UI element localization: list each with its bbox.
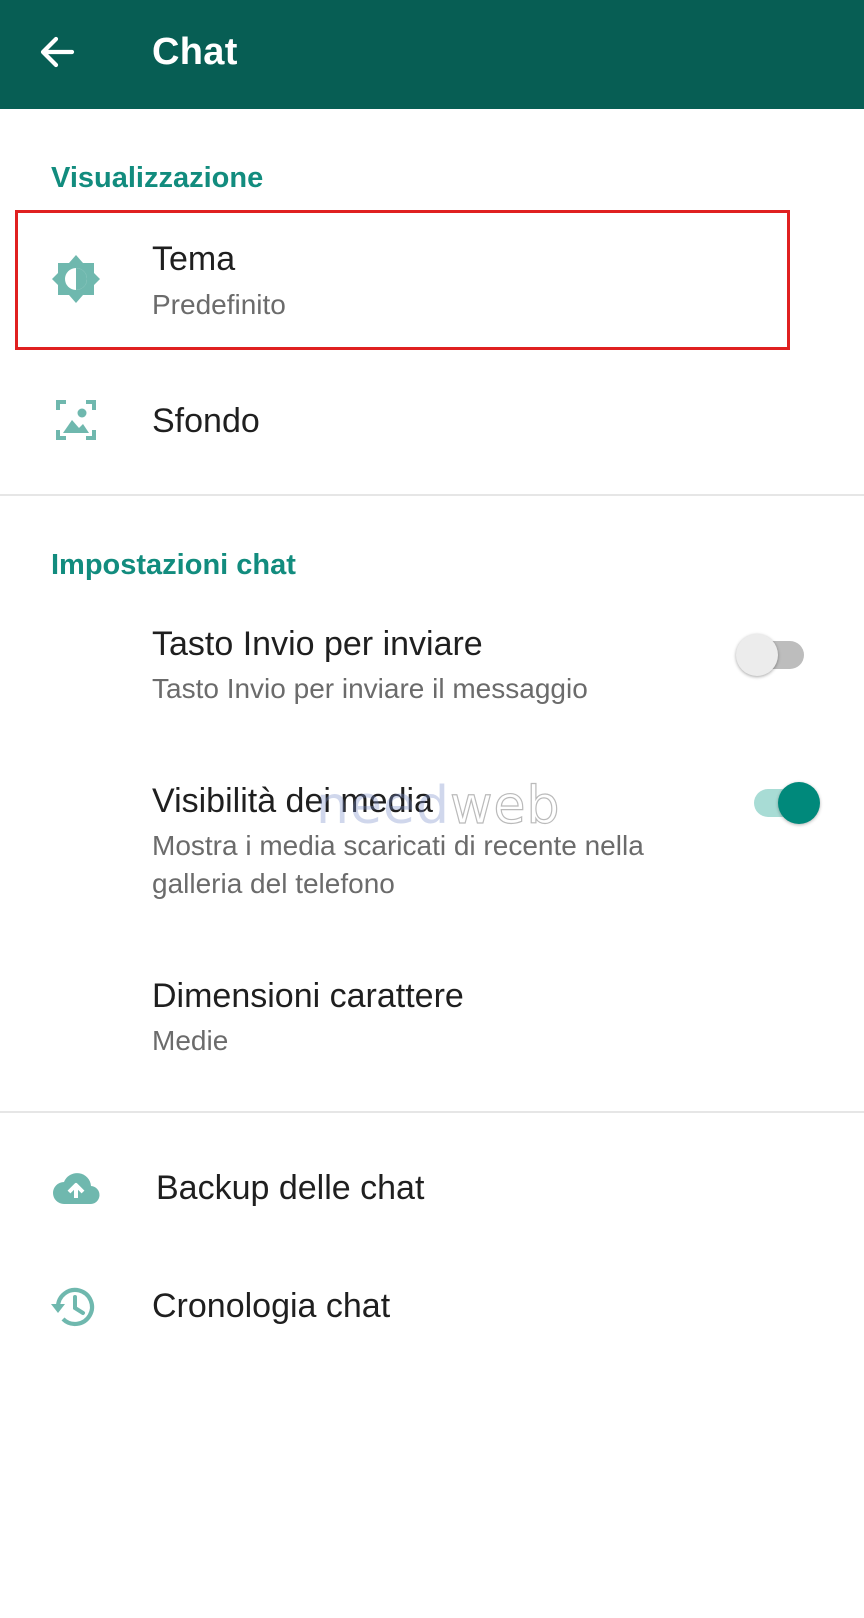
toggle-thumb bbox=[736, 634, 778, 676]
settings-row-media-visibility[interactable]: Visibilità dei media Mostra i media scar… bbox=[0, 765, 864, 915]
toggle-thumb bbox=[778, 782, 820, 824]
media-visibility-subtitle-1: Mostra i media scaricati di recente nell… bbox=[152, 830, 644, 861]
history-icon bbox=[50, 1284, 98, 1330]
app-bar: Chat bbox=[0, 0, 864, 109]
settings-row-history[interactable]: Cronologia chat bbox=[0, 1268, 864, 1348]
wallpaper-icon bbox=[54, 398, 98, 442]
media-visibility-title: Visibilità dei media bbox=[152, 782, 433, 820]
font-size-title: Dimensioni carattere bbox=[152, 977, 464, 1015]
cloud-upload-icon bbox=[52, 1168, 100, 1208]
enter-send-title: Tasto Invio per inviare bbox=[152, 625, 483, 663]
settings-row-font-size[interactable]: Dimensioni carattere Medie bbox=[0, 960, 864, 1070]
enter-send-subtitle: Tasto Invio per inviare il messaggio bbox=[152, 673, 588, 704]
history-title: Cronologia chat bbox=[152, 1287, 391, 1325]
wallpaper-title: Sfondo bbox=[152, 402, 260, 440]
enter-send-toggle[interactable] bbox=[736, 632, 808, 678]
media-visibility-toggle[interactable] bbox=[752, 780, 824, 826]
page-title: Chat bbox=[152, 31, 238, 73]
media-visibility-subtitle-2: galleria del telefono bbox=[152, 868, 395, 899]
arrow-left-icon[interactable] bbox=[36, 30, 80, 74]
settings-row-enter-send[interactable]: Tasto Invio per inviare Tasto Invio per … bbox=[0, 610, 864, 720]
section-header-chat-settings: Impostazioni chat bbox=[51, 549, 296, 581]
highlight-box bbox=[15, 210, 790, 350]
settings-row-backup[interactable]: Backup delle chat bbox=[0, 1150, 864, 1230]
divider bbox=[0, 494, 864, 496]
backup-title: Backup delle chat bbox=[156, 1169, 425, 1207]
section-header-display: Visualizzazione bbox=[51, 162, 264, 194]
divider bbox=[0, 1111, 864, 1113]
font-size-subtitle: Medie bbox=[152, 1025, 229, 1056]
settings-row-wallpaper[interactable]: Sfondo bbox=[0, 370, 864, 470]
